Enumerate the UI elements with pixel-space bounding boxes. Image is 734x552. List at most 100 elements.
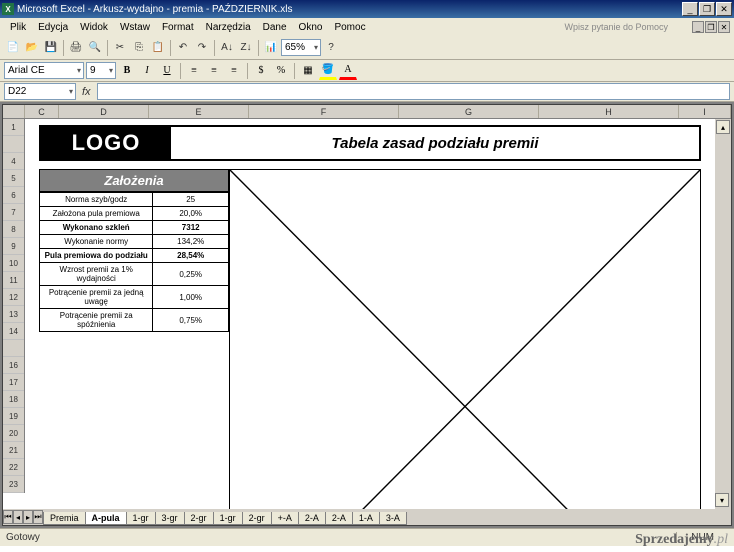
doc-restore-button[interactable]: ❐ xyxy=(705,21,717,33)
align-center-button[interactable]: ≡ xyxy=(205,62,223,80)
maximize-button[interactable]: ❐ xyxy=(699,2,715,16)
bold-button[interactable]: B xyxy=(118,62,136,80)
sheet-tab[interactable]: A-pula xyxy=(85,512,127,525)
minimize-button[interactable]: _ xyxy=(682,2,698,16)
col-header[interactable]: D xyxy=(59,105,149,118)
sheet-tab[interactable]: Premia xyxy=(43,512,86,525)
sort-desc-icon[interactable]: Z↓ xyxy=(237,39,255,57)
paste-icon[interactable]: 📋 xyxy=(149,39,167,57)
sheet-tab[interactable]: 2-gr xyxy=(242,512,272,525)
row-header[interactable] xyxy=(3,136,24,153)
row-header[interactable] xyxy=(3,340,24,357)
currency-button[interactable]: $ xyxy=(252,62,270,80)
menu-format[interactable]: Format xyxy=(156,20,200,35)
menu-window[interactable]: Okno xyxy=(293,20,329,35)
row-header[interactable]: 8 xyxy=(3,221,24,238)
align-right-button[interactable]: ≡ xyxy=(225,62,243,80)
row-header[interactable]: 21 xyxy=(3,442,24,459)
tab-last-button[interactable]: ⏭ xyxy=(33,510,43,524)
copy-icon[interactable]: ⎘ xyxy=(130,39,148,57)
sort-asc-icon[interactable]: A↓ xyxy=(218,39,236,57)
fill-color-button[interactable]: 🪣 xyxy=(319,62,337,80)
row-header[interactable]: 19 xyxy=(3,408,24,425)
row-header[interactable]: 12 xyxy=(3,289,24,306)
fx-icon[interactable]: fx xyxy=(82,86,91,98)
sheet-tab[interactable]: 2-A xyxy=(325,512,353,525)
sheet-tab[interactable]: +-A xyxy=(271,512,299,525)
row-header[interactable]: 7 xyxy=(3,204,24,221)
tab-prev-button[interactable]: ◂ xyxy=(13,510,23,524)
save-icon[interactable]: 💾 xyxy=(42,39,60,57)
doc-minimize-button[interactable]: _ xyxy=(692,21,704,33)
undo-icon[interactable]: ↶ xyxy=(174,39,192,57)
preview-icon[interactable]: 🔍 xyxy=(86,39,104,57)
doc-close-button[interactable]: ✕ xyxy=(718,21,730,33)
cut-icon[interactable]: ✂ xyxy=(111,39,129,57)
col-header[interactable]: C xyxy=(25,105,59,118)
row-header[interactable]: 5 xyxy=(3,170,24,187)
font-combo[interactable]: Arial CE xyxy=(4,62,84,79)
chart-icon[interactable]: 📊 xyxy=(262,39,280,57)
select-all-corner[interactable] xyxy=(3,105,25,118)
open-icon[interactable]: 📂 xyxy=(23,39,41,57)
fontsize-combo[interactable]: 9 xyxy=(86,62,116,79)
sheet-tab[interactable]: 1-gr xyxy=(213,512,243,525)
row-header[interactable]: 20 xyxy=(3,425,24,442)
zoom-combo[interactable]: 65% xyxy=(281,39,321,56)
percent-button[interactable]: % xyxy=(272,62,290,80)
col-header[interactable]: F xyxy=(249,105,399,118)
row-header[interactable]: 22 xyxy=(3,459,24,476)
underline-button[interactable]: U xyxy=(158,62,176,80)
print-icon[interactable]: 🖨 xyxy=(67,39,85,57)
row-header[interactable]: 14 xyxy=(3,323,24,340)
sheet-tab[interactable]: 1-gr xyxy=(126,512,156,525)
tab-next-button[interactable]: ▸ xyxy=(23,510,33,524)
tab-first-button[interactable]: ⏮ xyxy=(3,510,13,524)
new-icon[interactable]: 📄 xyxy=(4,39,22,57)
sheet-tab[interactable]: 3-gr xyxy=(155,512,185,525)
row-header[interactable]: 9 xyxy=(3,238,24,255)
menu-edit[interactable]: Edycja xyxy=(32,20,74,35)
scroll-down-button[interactable]: ▾ xyxy=(715,493,729,507)
formula-input[interactable] xyxy=(97,83,730,100)
align-left-button[interactable]: ≡ xyxy=(185,62,203,80)
close-button[interactable]: ✕ xyxy=(716,2,732,16)
menu-file[interactable]: Plik xyxy=(4,20,32,35)
row-header[interactable]: 10 xyxy=(3,255,24,272)
sheet-content[interactable]: LOGO Tabela zasad podziału premii Założe… xyxy=(25,119,715,509)
sheet-tab[interactable]: 2-gr xyxy=(184,512,214,525)
menu-help[interactable]: Pomoc xyxy=(328,20,371,35)
assumption-label: Wykonano szkleń xyxy=(40,221,153,235)
menu-view[interactable]: Widok xyxy=(74,20,114,35)
window-title: Microsoft Excel - Arkusz-wydajno - premi… xyxy=(17,4,682,15)
font-color-button[interactable]: A xyxy=(339,62,357,80)
row-header[interactable]: 17 xyxy=(3,374,24,391)
col-header[interactable]: I xyxy=(679,105,731,118)
row-header[interactable]: 4 xyxy=(3,153,24,170)
scroll-up-button[interactable]: ▴ xyxy=(716,120,730,134)
menu-insert[interactable]: Wstaw xyxy=(114,20,156,35)
help-icon[interactable]: ? xyxy=(322,39,340,57)
row-header[interactable]: 11 xyxy=(3,272,24,289)
menu-data[interactable]: Dane xyxy=(257,20,293,35)
sheet-tab[interactable]: 1-A xyxy=(352,512,380,525)
row-header[interactable]: 13 xyxy=(3,306,24,323)
italic-button[interactable]: I xyxy=(138,62,156,80)
redo-icon[interactable]: ↷ xyxy=(193,39,211,57)
borders-button[interactable]: ▦ xyxy=(299,62,317,80)
row-header[interactable]: 1 xyxy=(3,119,24,136)
vertical-scrollbar[interactable]: ▴ ▾ xyxy=(715,119,731,509)
row-header[interactable]: 16 xyxy=(3,357,24,374)
col-header[interactable]: H xyxy=(539,105,679,118)
row-header[interactable]: 6 xyxy=(3,187,24,204)
name-box[interactable]: D22 xyxy=(4,83,76,100)
row-header[interactable]: 18 xyxy=(3,391,24,408)
sheet-tab[interactable]: 3-A xyxy=(379,512,407,525)
assumption-label: Norma szyb/godz xyxy=(40,193,153,207)
col-header[interactable]: G xyxy=(399,105,539,118)
row-header[interactable]: 23 xyxy=(3,476,24,493)
ask-help-box[interactable]: Wpisz pytanie do Pomocy xyxy=(558,20,688,34)
sheet-tab[interactable]: 2-A xyxy=(298,512,326,525)
menu-tools[interactable]: Narzędzia xyxy=(200,20,257,35)
col-header[interactable]: E xyxy=(149,105,249,118)
